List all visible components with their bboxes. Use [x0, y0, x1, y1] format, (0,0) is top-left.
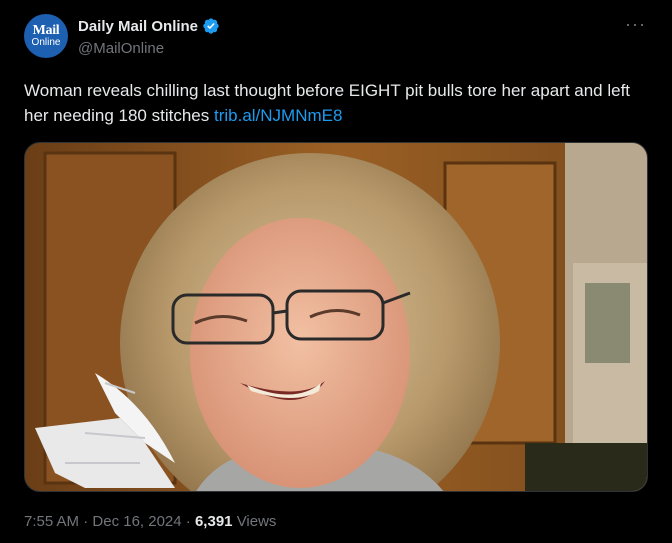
- avatar-text-bottom: Online: [31, 37, 61, 48]
- tweet-image[interactable]: [24, 142, 648, 492]
- name-row: Daily Mail Online: [78, 17, 220, 35]
- avatar[interactable]: Mail Online: [24, 14, 68, 58]
- meta-separator: ·: [83, 513, 89, 530]
- display-name[interactable]: Daily Mail Online: [78, 18, 198, 35]
- verified-badge-icon: [202, 17, 220, 35]
- photo-illustration: [25, 143, 647, 491]
- account-handle[interactable]: @MailOnline: [78, 40, 164, 57]
- more-options-icon[interactable]: ···: [625, 15, 646, 33]
- tweet-date[interactable]: Dec 16, 2024: [92, 513, 181, 530]
- tweet-meta: 7:55 AM · Dec 16, 2024 · 6,391 Views: [24, 513, 276, 530]
- tweet-link[interactable]: trib.al/NJMNmE8: [214, 106, 342, 125]
- tweet-time[interactable]: 7:55 AM: [24, 513, 79, 530]
- views-count: 6,391: [194, 513, 233, 530]
- tweet-text: Woman reveals chilling last thought befo…: [24, 78, 654, 128]
- tweet-card: Mail Online Daily Mail Online @MailOnlin…: [0, 0, 672, 543]
- views-label: Views: [236, 513, 277, 530]
- meta-separator-2: ·: [185, 513, 191, 530]
- avatar-text-top: Mail: [32, 23, 60, 38]
